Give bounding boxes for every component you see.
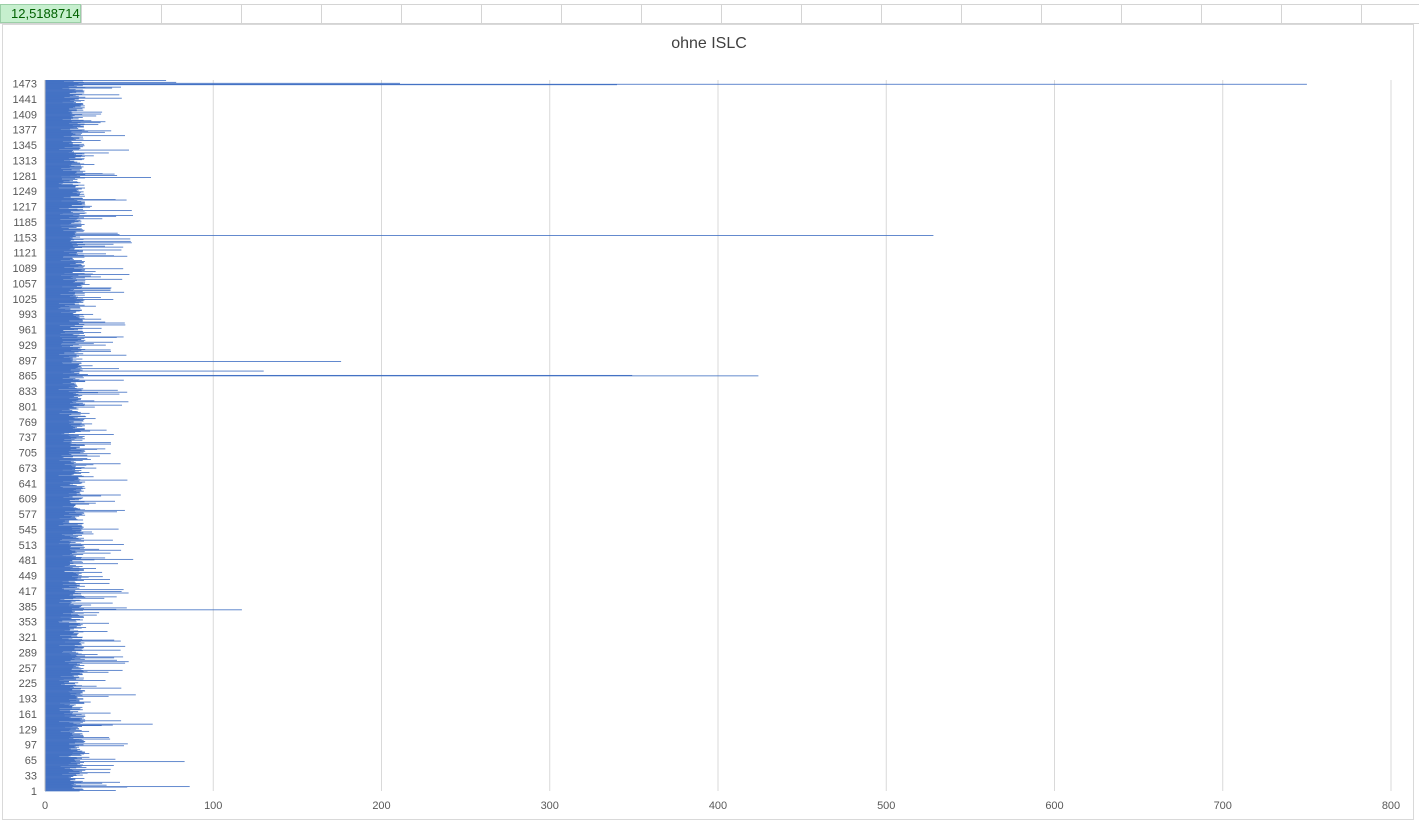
y-tick-label: 321 [19, 632, 37, 644]
y-tick-label: 1185 [13, 217, 37, 229]
column-line [401, 4, 402, 24]
y-tick-label: 577 [19, 509, 37, 521]
column-line [321, 4, 322, 24]
y-tick-label: 353 [19, 617, 37, 629]
y-tick-label: 1409 [13, 109, 37, 121]
bar-series [45, 80, 1307, 792]
y-tick-label: 161 [19, 709, 37, 721]
y-tick-label: 449 [19, 571, 37, 583]
y-tick-label: 417 [19, 586, 37, 598]
bar [45, 361, 342, 362]
y-tick-label: 1313 [13, 155, 37, 167]
y-tick-label: 865 [19, 371, 37, 383]
y-tick-label: 1249 [13, 186, 37, 198]
column-line [881, 4, 882, 24]
y-tick-label: 481 [19, 555, 37, 567]
row-line [0, 4, 1419, 5]
y-tick-label: 1153 [13, 232, 37, 244]
bar [45, 80, 167, 81]
y-tick-label: 769 [19, 417, 37, 429]
y-tick-label: 193 [19, 694, 37, 706]
y-tick-label: 1 [31, 786, 37, 798]
x-tick-label: 400 [709, 800, 727, 812]
column-line [1041, 4, 1042, 24]
y-tick-label: 641 [19, 478, 37, 490]
x-tick-label: 800 [1382, 800, 1400, 812]
y-tick-label: 609 [19, 494, 37, 506]
y-tick-label: 961 [19, 325, 37, 337]
x-tick-label: 0 [42, 800, 48, 812]
y-tick-label: 1441 [13, 94, 37, 106]
bar [45, 82, 400, 84]
x-tick-label: 200 [372, 800, 390, 812]
y-tick-label: 897 [19, 355, 37, 367]
bar-chart: 0 100 200 300 400 500 600 700 800 1 33 65 97 129 161 19… [13, 79, 1401, 812]
y-tick-label: 1281 [13, 171, 37, 183]
bar [45, 370, 264, 372]
column-line [1361, 4, 1362, 24]
x-tick-label: 500 [877, 800, 895, 812]
x-tick-label: 700 [1214, 800, 1232, 812]
column-line [1201, 4, 1202, 24]
y-tick-label: 1057 [13, 278, 37, 290]
column-line [961, 4, 962, 24]
column-line [241, 4, 242, 24]
column-line [1281, 4, 1282, 24]
column-line [801, 4, 802, 24]
y-tick-label: 385 [19, 601, 37, 613]
x-tick-label: 100 [204, 800, 222, 812]
selected-cell[interactable]: 12,5188714 [0, 4, 81, 23]
y-tick-label: 1121 [13, 248, 37, 260]
y-tick-label: 513 [19, 540, 37, 552]
column-line [641, 4, 642, 24]
column-line [161, 4, 162, 24]
column-line [561, 4, 562, 24]
y-tick-label: 929 [19, 340, 37, 352]
sheet-right-edge [1414, 24, 1419, 822]
y-tick-label: 1217 [13, 202, 37, 214]
bar [45, 374, 633, 376]
y-tick-label: 1377 [13, 125, 37, 137]
bar [45, 83, 1307, 85]
chart-area[interactable]: ohne ISLC 0 100 200 300 400 500 600 700 800 1 33 65… [2, 24, 1414, 820]
y-tick-label: 737 [19, 432, 37, 444]
y-tick-label: 289 [19, 647, 37, 659]
y-tick-label: 801 [19, 401, 37, 413]
y-tick-label: 545 [19, 524, 37, 536]
y-tick-label: 33 [25, 770, 37, 782]
bar [45, 81, 177, 83]
bar [45, 235, 934, 236]
y-tick-label: 1025 [13, 294, 37, 306]
y-tick-label: 833 [19, 386, 37, 398]
x-tick-label: 300 [541, 800, 559, 812]
y-tick-label: 705 [19, 448, 37, 460]
y-tick-label: 1345 [13, 140, 37, 152]
y-tick-label: 225 [19, 678, 37, 690]
y-tick-label: 1473 [13, 79, 37, 91]
column-line [81, 4, 82, 24]
column-line [481, 4, 482, 24]
y-tick-label: 129 [19, 724, 37, 736]
y-tick-label: 1089 [13, 263, 37, 275]
y-tick-label: 993 [19, 309, 37, 321]
y-tick-label: 673 [19, 463, 37, 475]
x-tick-label: 600 [1045, 800, 1063, 812]
y-tick-label: 65 [25, 755, 37, 767]
column-line [1121, 4, 1122, 24]
y-tick-label: 97 [25, 740, 37, 752]
y-tick-label: 257 [19, 663, 37, 675]
column-line [721, 4, 722, 24]
